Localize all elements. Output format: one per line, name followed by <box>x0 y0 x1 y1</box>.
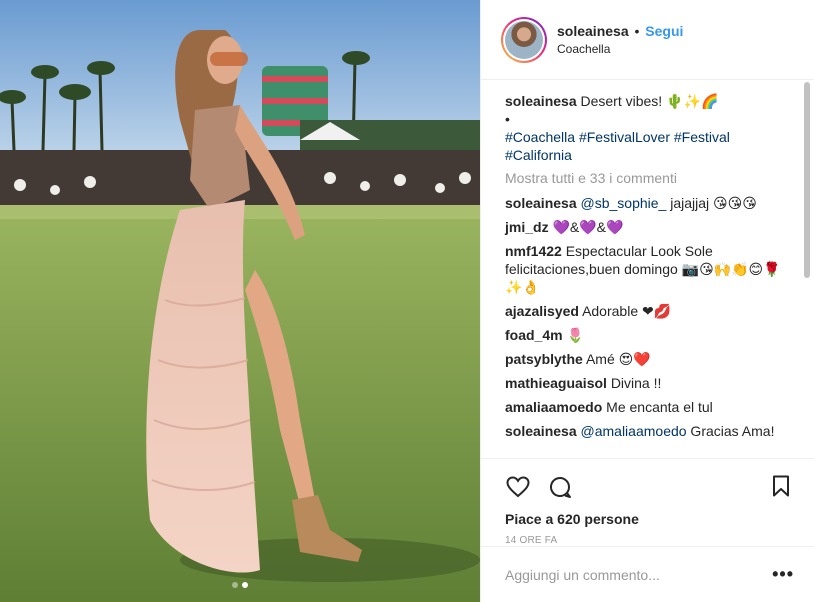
comment-icon[interactable] <box>547 474 573 500</box>
comment-text: jajajjaj 😘😘😘 <box>666 195 757 211</box>
comment-item: soleainesa @sb_sophie_ jajajjaj 😘😘😘 <box>505 194 792 212</box>
comment-item: patsyblythe Amé 😍❤️ <box>505 350 792 368</box>
comment-username[interactable]: mathieaguaisol <box>505 375 607 391</box>
hashtag-link[interactable]: #FestivalLover <box>579 129 670 145</box>
festival-photo-illustration <box>0 0 480 602</box>
comment-username[interactable]: ajazalisyed <box>505 303 579 319</box>
caption-username[interactable]: soleainesa <box>505 93 577 109</box>
comment-username[interactable]: nmf1422 <box>505 243 562 259</box>
header-text: soleainesa • Segui Coachella <box>557 22 683 58</box>
heart-icon[interactable] <box>505 474 531 500</box>
post-header: soleainesa • Segui Coachella <box>481 0 814 80</box>
comment-username[interactable]: amaliaamoedo <box>505 399 602 415</box>
comment-mention[interactable]: @amaliaamoedo <box>581 423 687 439</box>
carousel-dot <box>232 582 238 588</box>
hashtag-link[interactable]: #Coachella <box>505 129 575 145</box>
profile-picture <box>505 20 543 59</box>
comment-item: nmf1422 Espectacular Look Sole felicitac… <box>505 242 792 296</box>
post-container: soleainesa • Segui Coachella soleainesa … <box>0 0 814 602</box>
comment-username[interactable]: patsyblythe <box>505 351 583 367</box>
caption-hashtags: #Coachella #FestivalLover #Festival #Cal… <box>505 128 792 164</box>
post-timestamp[interactable]: 14 ORE FA <box>505 535 798 546</box>
comment-text: Amé 😍❤️ <box>585 351 651 367</box>
comment-mention[interactable]: @sb_sophie_ <box>581 195 667 211</box>
caption-bullet: • <box>505 111 510 127</box>
hashtag-link[interactable]: #California <box>505 147 572 163</box>
hashtag-link[interactable]: #Festival <box>674 129 730 145</box>
comment-item: mathieaguaisol Divina !! <box>505 374 792 392</box>
likes-count[interactable]: Piace a 620 persone <box>505 511 798 527</box>
bookmark-icon[interactable] <box>772 475 790 500</box>
comment-username[interactable]: foad_4m <box>505 327 563 343</box>
comment-item: foad_4m 🌷 <box>505 326 792 344</box>
add-comment-bar: ••• <box>481 546 814 602</box>
comment-item: soleainesa @amaliaamoedo Gracias Ama! <box>505 422 792 440</box>
carousel-indicator <box>0 582 480 588</box>
caption: soleainesa Desert vibes! 🌵✨🌈 • #Coachell… <box>505 92 792 164</box>
post-side-panel: soleainesa • Segui Coachella soleainesa … <box>480 0 814 602</box>
comment-item: jmi_dz 💜&💜&💜 <box>505 218 792 236</box>
comment-username[interactable]: jmi_dz <box>505 219 549 235</box>
follow-button[interactable]: Segui <box>645 23 683 39</box>
post-photo[interactable] <box>0 0 480 602</box>
avatar[interactable] <box>501 16 547 63</box>
separator-dot: • <box>634 22 640 39</box>
add-comment-input[interactable] <box>505 566 773 583</box>
comment-item: amaliaamoedo Me encanta el tul <box>505 398 792 416</box>
comment-text: Divina !! <box>610 375 662 391</box>
comment-username[interactable]: soleainesa <box>505 195 577 211</box>
carousel-dot-active <box>242 582 248 588</box>
more-options-icon[interactable]: ••• <box>772 564 794 585</box>
action-icons <box>505 467 798 507</box>
comment-text: Gracias Ama! <box>686 423 775 439</box>
comment-text: Me encanta el tul <box>606 399 713 415</box>
comment-username[interactable]: soleainesa <box>505 423 577 439</box>
comment-text: 💜&💜&💜 <box>552 219 624 235</box>
username-link[interactable]: soleainesa <box>557 23 629 39</box>
comment-text: 🌷 <box>566 327 584 343</box>
scrollbar-thumb[interactable] <box>804 82 810 278</box>
view-all-comments-link[interactable]: Mostra tutti e 33 i commenti <box>505 170 792 186</box>
comments-scrollbar[interactable] <box>804 82 810 462</box>
caption-text: Desert vibes! 🌵✨🌈 <box>580 93 719 109</box>
location-link[interactable]: Coachella <box>557 40 683 58</box>
comments-list[interactable]: soleainesa Desert vibes! 🌵✨🌈 • #Coachell… <box>481 80 814 458</box>
comment-item: ajazalisyed Adorable ❤💋 <box>505 302 792 320</box>
comment-text: Adorable ❤💋 <box>582 303 672 319</box>
